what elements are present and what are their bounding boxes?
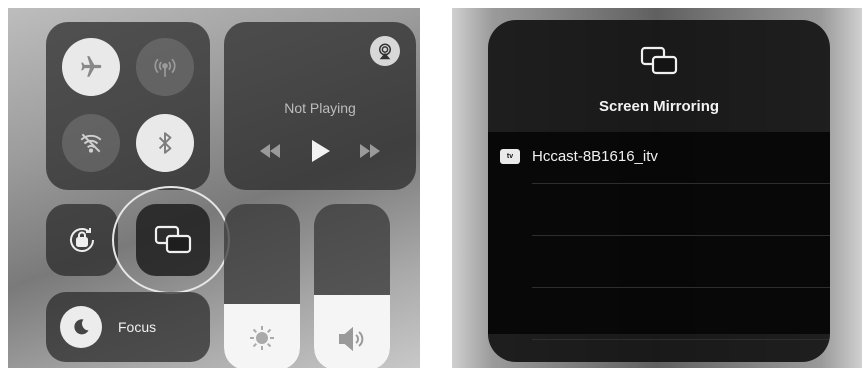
fast-forward-icon[interactable] xyxy=(358,144,382,158)
wifi-off-icon xyxy=(80,133,102,153)
empty-row xyxy=(488,184,830,236)
brightness-slider[interactable] xyxy=(224,204,300,368)
device-name: Hccast-8B1616_itv xyxy=(532,148,658,165)
empty-row xyxy=(488,288,830,340)
empty-row xyxy=(488,236,830,288)
apple-tv-icon: tv xyxy=(500,149,520,164)
device-list: tv Hccast-8B1616_itv xyxy=(488,132,830,340)
focus-label: Focus xyxy=(118,319,157,335)
now-playing-status: Not Playing xyxy=(284,100,356,116)
sun-icon xyxy=(250,326,274,350)
moon-icon xyxy=(74,319,89,335)
wifi-toggle[interactable] xyxy=(62,114,120,172)
cellular-icon xyxy=(154,58,176,77)
bluetooth-icon xyxy=(158,132,172,154)
screen-mirroring-sheet: Screen Mirroring tv Hccast-8B1616_itv xyxy=(488,20,830,362)
speaker-icon xyxy=(339,326,364,352)
screen-mirroring-panel: Screen Mirroring tv Hccast-8B1616_itv xyxy=(452,8,862,368)
playback-controls xyxy=(224,140,416,162)
rotation-lock-icon xyxy=(70,228,94,252)
airplane-icon xyxy=(81,56,102,77)
focus-button[interactable]: Focus xyxy=(46,292,210,362)
screen-mirroring-icon xyxy=(640,46,678,75)
airplay-button[interactable] xyxy=(370,36,400,66)
device-row[interactable]: tv Hccast-8B1616_itv xyxy=(488,132,830,184)
focus-moon-badge xyxy=(60,306,102,348)
connectivity-module xyxy=(46,22,210,190)
airplane-mode-toggle[interactable] xyxy=(62,38,120,96)
sheet-title: Screen Mirroring xyxy=(598,98,720,115)
now-playing-module: Not Playing xyxy=(224,22,416,190)
volume-slider[interactable] xyxy=(314,204,390,368)
cellular-data-toggle[interactable] xyxy=(136,38,194,96)
airplay-icon xyxy=(379,43,391,60)
play-icon[interactable] xyxy=(310,140,330,162)
row-divider xyxy=(532,339,830,340)
control-center-panel: Not Playing Focus xyxy=(8,8,420,368)
bluetooth-toggle[interactable] xyxy=(136,114,194,172)
highlight-circle xyxy=(112,186,230,294)
rewind-icon[interactable] xyxy=(258,144,282,158)
orientation-lock-toggle[interactable] xyxy=(46,204,118,276)
